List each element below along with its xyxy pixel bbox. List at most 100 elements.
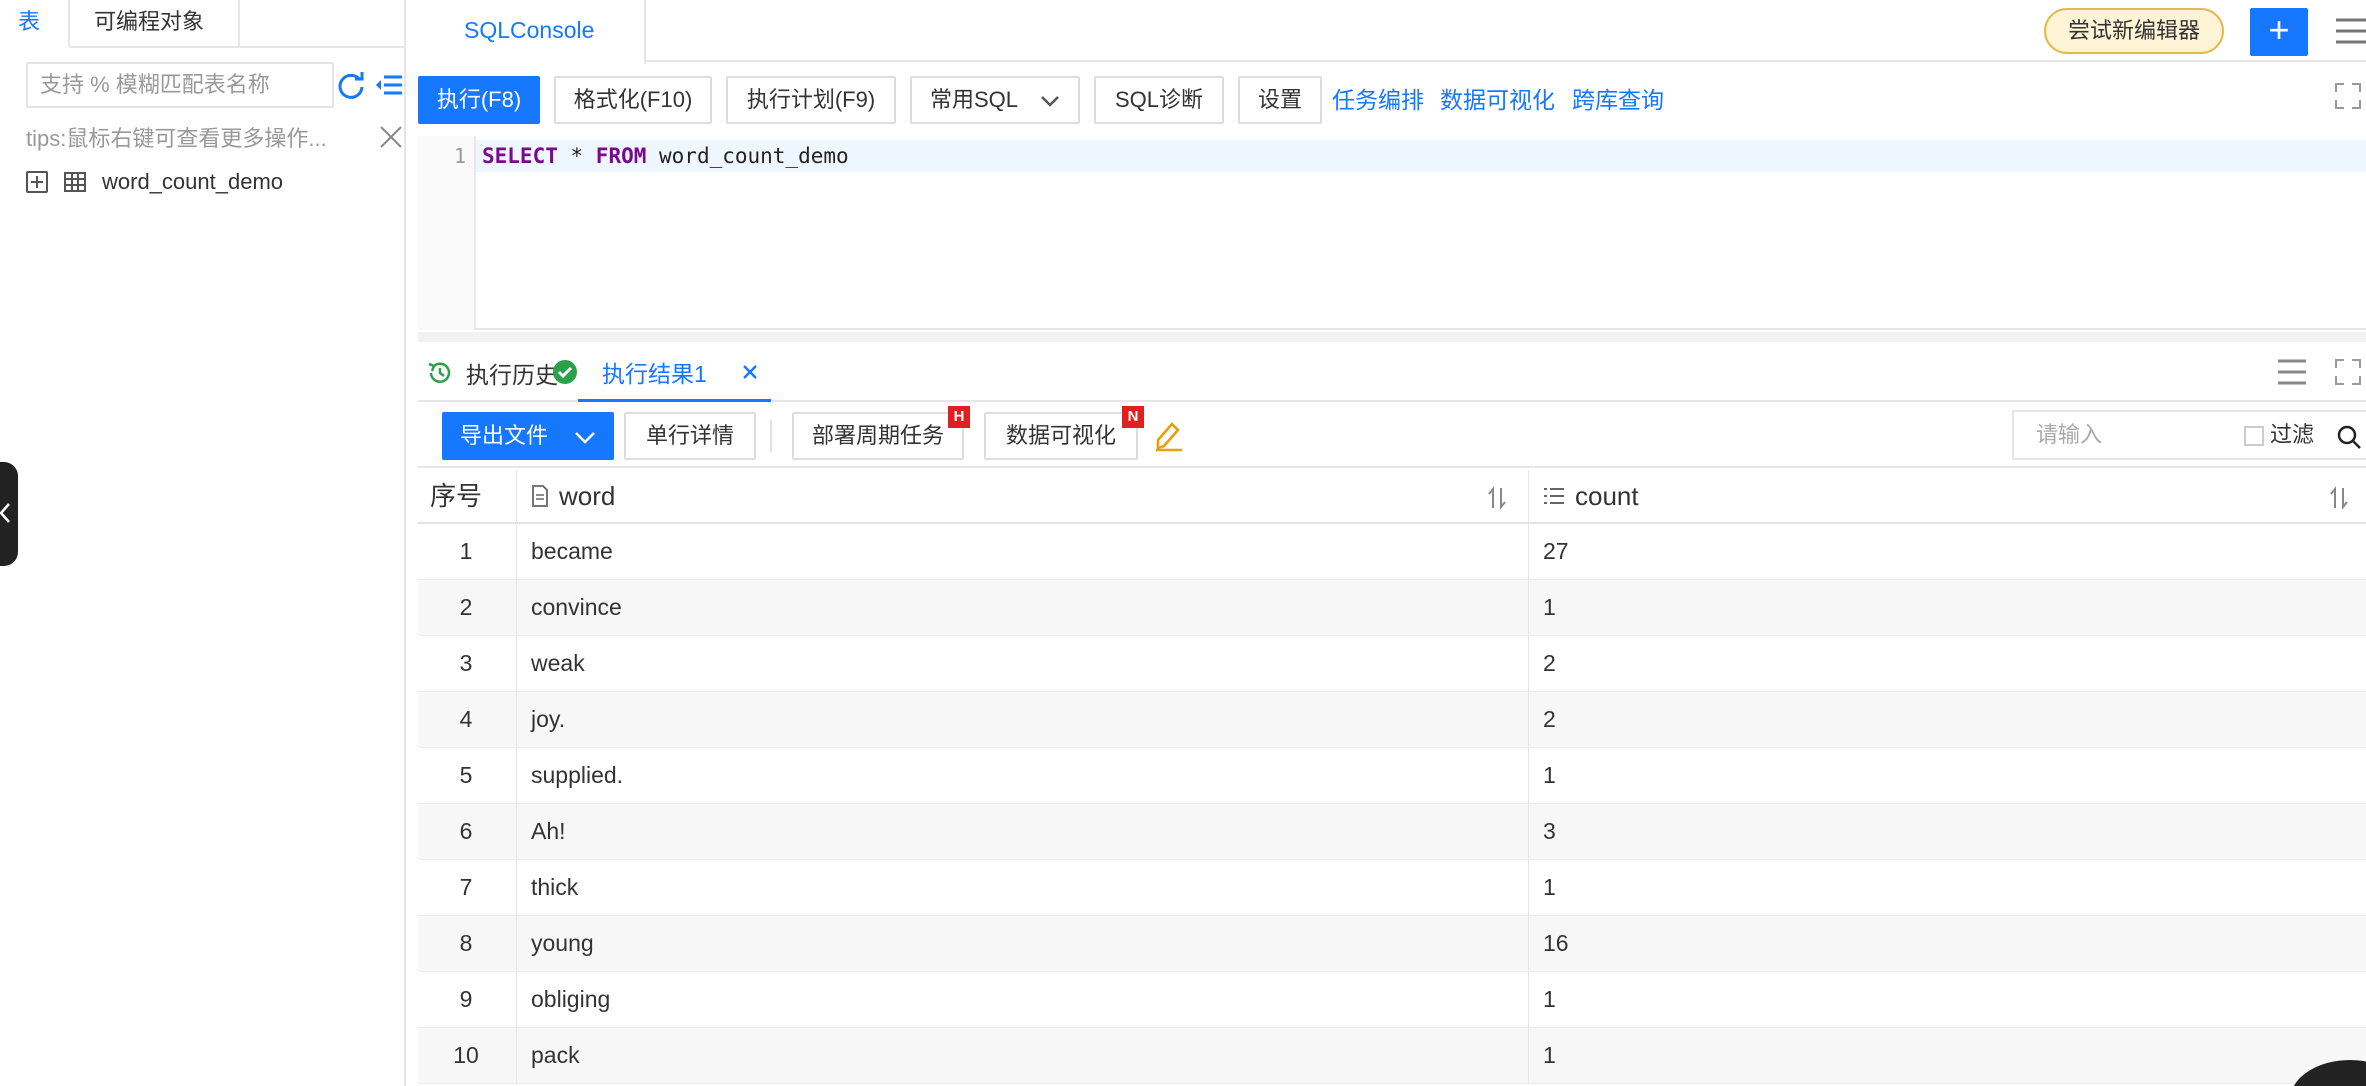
tab-tables[interactable]: 表 [0,0,70,48]
row-index[interactable]: 4 [418,692,514,747]
common-sql-dropdown[interactable]: 常用SQL [910,76,1080,124]
execute-button[interactable]: 执行(F8) [418,76,540,124]
sql-editor[interactable]: 1 SELECT * FROM word_count_demo [418,136,2366,330]
row-index[interactable]: 8 [418,916,514,971]
table-row[interactable]: 6 Ah! 3 [418,804,2366,860]
table-body: 1 became 27 2 convince 1 3 weak 2 4 joy. 2 5 supplied… [418,524,2366,1084]
row-count[interactable]: 1 [1528,748,2366,803]
close-icon[interactable] [378,124,404,150]
chevron-down-icon [1041,96,1059,107]
row-count[interactable]: 1 [1528,972,2366,1027]
format-button[interactable]: 格式化(F10) [554,76,712,124]
header-count[interactable]: count [1528,470,2366,524]
row-word[interactable]: weak [516,636,1528,691]
row-index[interactable]: 3 [418,636,514,691]
menu-icon[interactable] [2336,16,2366,46]
sql-star: * [557,144,596,168]
table-row[interactable]: 3 weak 2 [418,636,2366,692]
export-file-button[interactable]: 导出文件 [442,412,614,460]
explain-plan-button[interactable]: 执行计划(F9) [726,76,896,124]
row-word[interactable]: joy. [516,692,1528,747]
row-count[interactable]: 1 [1528,580,2366,635]
settings-button[interactable]: 设置 [1238,76,1322,124]
table-tree-item[interactable]: word_count_demo [26,166,283,198]
row-count[interactable]: 2 [1528,692,2366,747]
table-icon [64,172,86,192]
try-new-editor-button[interactable]: 尝试新编辑器 [2044,8,2224,54]
row-count[interactable]: 2 [1528,636,2366,691]
result-tabbar: 执行历史 执行结果1 [418,344,2366,402]
row-index[interactable]: 9 [418,972,514,1027]
table-search-input[interactable]: 支持 % 模糊匹配表名称 [26,62,334,108]
close-icon[interactable] [741,363,759,381]
sql-toolbar: 执行(F8) 格式化(F10) 执行计划(F9) 常用SQL SQL诊断 设置 … [418,74,2366,126]
collapse-panel-handle[interactable] [0,462,18,566]
cross-db-query-link[interactable]: 跨库查询 [1572,76,1664,124]
tips-text: tips:鼠标右键可查看更多操作... [26,126,327,151]
tab-sqlconsole[interactable]: SQLConsole [418,0,646,64]
filter-label: 过滤 [2270,422,2315,447]
refresh-icon[interactable] [336,70,366,100]
header-count-label: count [1575,481,1639,511]
table-name[interactable]: word_count_demo [102,169,283,195]
export-label: 导出文件 [460,423,549,448]
filter-input[interactable]: 请输入 [2036,412,2102,458]
table-row[interactable]: 2 convince 1 [418,580,2366,636]
sort-icon[interactable] [2329,486,2349,510]
row-count[interactable]: 16 [1528,916,2366,971]
table-row[interactable]: 10 pack 1 [418,1028,2366,1084]
row-word[interactable]: convince [516,580,1528,635]
row-index[interactable]: 1 [418,524,514,579]
task-orchestration-link[interactable]: 任务编排 [1332,76,1424,124]
row-count[interactable]: 27 [1528,524,2366,579]
table-row[interactable]: 5 supplied. 1 [418,748,2366,804]
row-detail-button[interactable]: 单行详情 [624,412,756,460]
filter-checkbox[interactable] [2244,426,2264,446]
table-row[interactable]: 9 obliging 1 [418,972,2366,1028]
row-word[interactable]: thick [516,860,1528,915]
table-row[interactable]: 1 became 27 [418,524,2366,580]
table-row[interactable]: 7 thick 1 [418,860,2366,916]
tab-execution-history[interactable]: 执行历史 [426,344,558,402]
expand-icon[interactable] [26,171,48,193]
visualize-label: 数据可视化 [1005,423,1116,448]
toolbar-divider [770,420,772,452]
deploy-periodic-task-button[interactable]: 部署周期任务 H [792,406,970,460]
row-index[interactable]: 6 [418,804,514,859]
row-index[interactable]: 5 [418,748,514,803]
list-filter-icon[interactable] [374,70,404,100]
split-divider[interactable] [418,332,2366,342]
tab-programmable-objects[interactable]: 可编程对象 [70,0,240,48]
row-count[interactable]: 1 [1528,860,2366,915]
table-row[interactable]: 4 joy. 2 [418,692,2366,748]
tab-result-1[interactable]: 执行结果1 [553,344,771,402]
sql-diagnose-button[interactable]: SQL诊断 [1094,76,1224,124]
sort-icon[interactable] [1487,486,1507,510]
row-word[interactable]: young [516,916,1528,971]
row-word[interactable]: obliging [516,972,1528,1027]
row-index[interactable]: 7 [418,860,514,915]
common-sql-label: 常用SQL [930,87,1019,112]
row-word[interactable]: supplied. [516,748,1528,803]
row-index[interactable]: 2 [418,580,514,635]
data-visualization-link[interactable]: 数据可视化 [1440,76,1555,124]
fullscreen-icon[interactable] [2334,82,2362,110]
fullscreen-icon[interactable] [2334,358,2362,386]
edit-pen-icon[interactable] [1154,420,1184,452]
row-count[interactable]: 1 [1528,1028,2366,1083]
search-icon[interactable] [2336,424,2362,450]
list-menu-icon[interactable] [2276,356,2308,388]
row-index[interactable]: 10 [418,1028,514,1083]
hot-badge: H [948,406,970,428]
row-count[interactable]: 3 [1528,804,2366,859]
table-row[interactable]: 8 young 16 [418,916,2366,972]
add-console-button[interactable]: + [2250,8,2308,56]
visualize-button[interactable]: 数据可视化 N [984,406,1144,460]
line-number: 1 [453,144,466,168]
row-word[interactable]: Ah! [516,804,1528,859]
row-word[interactable]: pack [516,1028,1528,1083]
object-panel: 表 可编程对象 支持 % 模糊匹配表名称 tips:鼠标右键可查看更多操作...… [0,0,406,1086]
header-word[interactable]: word [516,470,1528,524]
row-word[interactable]: became [516,524,1528,579]
sql-line[interactable]: SELECT * FROM word_count_demo [476,140,2366,172]
